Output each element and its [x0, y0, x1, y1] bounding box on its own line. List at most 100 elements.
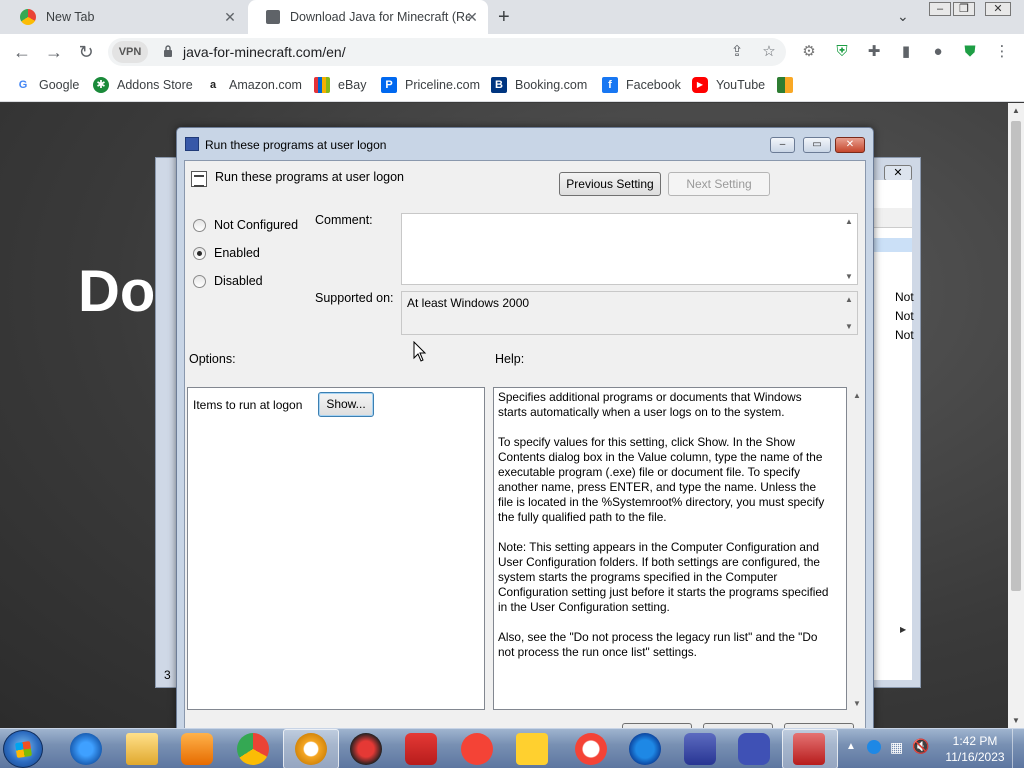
radio-circle[interactable]	[193, 274, 206, 288]
forward-arrow-icon[interactable]: →	[44, 42, 64, 62]
supported-on-value: At least Windows 2000	[407, 296, 530, 310]
profile-avatar-icon[interactable]: ●	[929, 43, 947, 61]
miro-icon[interactable]	[516, 733, 548, 765]
scroll-up-arrow-icon[interactable]: ▲	[845, 217, 853, 226]
new-tab-plus-icon[interactable]: +	[498, 7, 510, 27]
options-label: Options:	[189, 352, 236, 366]
state-cell: Not	[895, 328, 914, 342]
radio-enabled[interactable]: Enabled	[193, 246, 260, 260]
scroll-up-arrow-icon[interactable]: ▲	[1012, 106, 1020, 115]
policy-setting-dialog[interactable]: Run these programs at user logon – ▭ ✕ R…	[176, 127, 874, 733]
help-text: Specifies additional programs or documen…	[498, 390, 829, 659]
bookmark-booking[interactable]: B Booking.com	[491, 77, 587, 93]
scroll-down-arrow-icon[interactable]: ▼	[853, 699, 861, 708]
bg-window-close-button[interactable]: ✕	[884, 165, 912, 181]
red-app-icon[interactable]	[350, 733, 382, 765]
restore-button[interactable]: ❐	[953, 2, 975, 16]
browser-toolbar: ← → ↻ VPN java-for-minecraft.com/en/ ⇪ ☆…	[0, 34, 1024, 70]
scrollbar-thumb[interactable]	[1011, 121, 1021, 591]
bookmark-facebook[interactable]: f Facebook	[602, 77, 681, 93]
supported-scrollbar[interactable]: ▲ ▼	[841, 292, 857, 334]
previous-setting-button[interactable]: Previous Setting	[559, 172, 661, 196]
clock-date: 11/16/2023	[945, 750, 1005, 764]
media-player-icon[interactable]	[181, 733, 213, 765]
tab-download-java[interactable]: Download Java for Minecraft (Re ✕	[248, 0, 488, 34]
comment-label: Comment:	[315, 213, 373, 227]
show-desktop-button[interactable]	[1012, 729, 1024, 768]
status-bar-text: 3	[164, 668, 171, 682]
clock-time: 1:42 PM	[952, 734, 998, 748]
bookmark-youtube[interactable]: ▶ YouTube	[692, 77, 765, 93]
tab-close-icon[interactable]: ✕	[222, 9, 238, 25]
dialog-close-button[interactable]: ✕	[835, 137, 865, 153]
radio-circle-checked[interactable]	[193, 246, 206, 260]
kaspersky-shield-icon[interactable]: ⛊	[961, 43, 979, 61]
comment-scrollbar[interactable]: ▲ ▼	[841, 214, 857, 284]
network-icon[interactable]: ▦	[890, 739, 903, 756]
screen-recorder-icon[interactable]	[405, 733, 437, 765]
show-button[interactable]: Show...	[318, 392, 374, 417]
scroll-right-arrow-icon[interactable]: ▶	[900, 625, 906, 634]
taskbar-clock[interactable]: 1:42 PM 11/16/2023	[940, 733, 1010, 765]
chrome-taskbar-icon[interactable]	[237, 733, 269, 765]
dialog-body: Run these programs at user logon Previou…	[184, 160, 866, 733]
scroll-up-arrow-icon[interactable]: ▲	[845, 295, 853, 304]
chrome-favicon-icon	[20, 9, 36, 25]
show-hidden-icons-icon[interactable]: ▲	[846, 741, 856, 752]
app-switcher-icon[interactable]	[684, 733, 716, 765]
bookmark-ebay[interactable]: eBay	[314, 77, 367, 93]
bookmark-amazon[interactable]: a Amazon.com	[205, 77, 302, 93]
scroll-down-arrow-icon[interactable]: ▼	[1012, 716, 1020, 725]
comment-textarea[interactable]: ▲ ▼	[401, 213, 858, 285]
share-icon[interactable]: ⇪	[728, 43, 746, 61]
dialog-maximize-button[interactable]: ▭	[803, 137, 831, 153]
radio-circle[interactable]	[193, 218, 206, 232]
file-explorer-icon[interactable]	[126, 733, 158, 765]
bookmark-google[interactable]: G Google	[15, 77, 79, 93]
extension-gear-icon[interactable]: ⚙	[800, 43, 818, 61]
tab-search-chevron-icon[interactable]: ⌄	[897, 8, 909, 25]
yandex-icon[interactable]	[461, 733, 493, 765]
scroll-down-arrow-icon[interactable]: ▼	[845, 272, 853, 281]
tab-close-icon[interactable]: ✕	[464, 9, 480, 25]
menu-kebab-icon[interactable]: ⋮	[993, 43, 1011, 61]
bookmark-addons-store[interactable]: ✱ Addons Store	[93, 77, 193, 93]
options-panel: Items to run at logon Show...	[187, 387, 485, 710]
internet-explorer-icon[interactable]	[70, 733, 102, 765]
radio-not-configured[interactable]: Not Configured	[193, 218, 298, 232]
lock-icon[interactable]	[163, 45, 173, 57]
url-text[interactable]: java-for-minecraft.com/en/	[183, 44, 346, 60]
extensions-puzzle-icon[interactable]: ✚	[865, 43, 883, 61]
dialog-minimize-button[interactable]: –	[770, 137, 795, 153]
next-setting-button[interactable]: Next Setting	[668, 172, 770, 196]
tray-app-icon[interactable]	[867, 740, 881, 754]
yandex-browser-icon[interactable]	[575, 733, 607, 765]
back-arrow-icon[interactable]: ←	[12, 42, 32, 62]
minimize-button[interactable]: –	[929, 2, 951, 16]
p-app-icon[interactable]	[738, 733, 770, 765]
help-scrollbar[interactable]: ▲ ▼	[849, 387, 865, 710]
supported-on-field: At least Windows 2000 ▲ ▼	[401, 291, 858, 335]
supported-on-label: Supported on:	[315, 291, 394, 305]
scroll-up-arrow-icon[interactable]: ▲	[853, 391, 861, 400]
volume-muted-icon[interactable]: 🔇	[912, 738, 929, 755]
page-scrollbar[interactable]: ▲ ▼	[1008, 103, 1024, 728]
scroll-down-arrow-icon[interactable]: ▼	[845, 322, 853, 331]
bookmark-star-icon[interactable]: ☆	[760, 43, 778, 61]
reload-icon[interactable]: ↻	[76, 42, 96, 62]
side-panel-icon[interactable]: ▮	[897, 43, 915, 61]
bookmark-misc[interactable]	[777, 77, 801, 93]
setting-name: Run these programs at user logon	[215, 170, 404, 184]
close-button[interactable]: ✕	[985, 2, 1011, 16]
vpn-badge[interactable]: VPN	[112, 41, 148, 63]
ccleaner-icon[interactable]	[629, 733, 661, 765]
google-icon: G	[15, 77, 31, 93]
opera-vpn-icon[interactable]	[295, 733, 327, 765]
settings-list[interactable]	[874, 180, 912, 680]
start-button[interactable]	[3, 730, 43, 768]
bookmark-priceline[interactable]: P Priceline.com	[381, 77, 480, 93]
shield-extension-icon[interactable]: ⛨	[833, 43, 851, 61]
radio-disabled[interactable]: Disabled	[193, 274, 263, 288]
tab-new-tab[interactable]: New Tab ✕	[2, 0, 246, 34]
toolbox-icon[interactable]	[793, 733, 825, 765]
